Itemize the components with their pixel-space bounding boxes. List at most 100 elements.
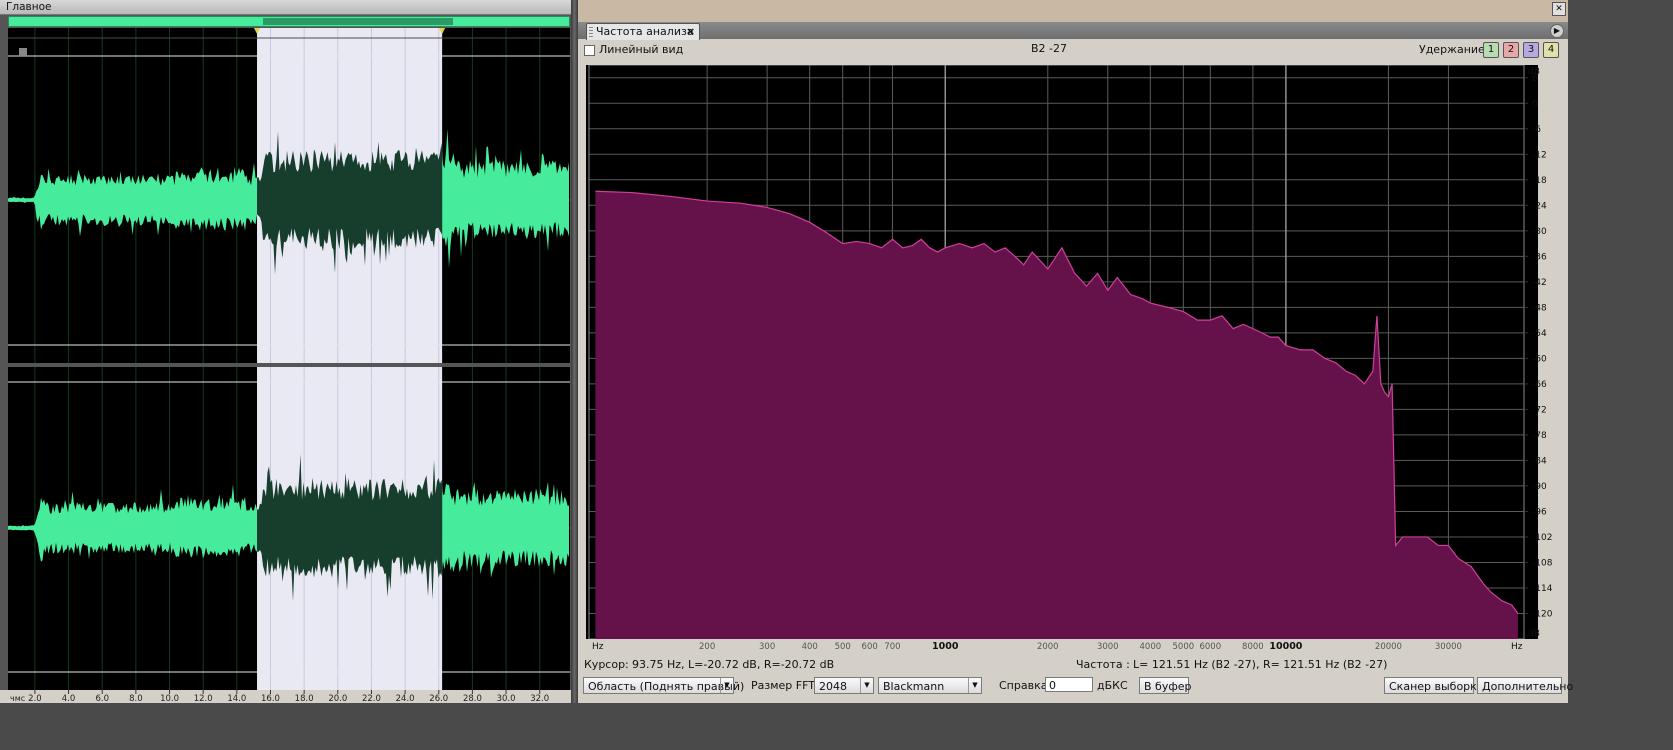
window-function-dropdown[interactable]: Blackmann ▼: [878, 677, 982, 694]
waveform-display[interactable]: чмс 2.0 4.0 6.0 8.0 10.0 12.0 14.0 16.0 18.0 20.0 2…: [0, 28, 571, 703]
linear-view-label: Линейный вид: [599, 43, 684, 56]
y-tick-label: -108: [1532, 558, 1553, 568]
frequency-axis: Hz 200 300 400 500 600 700 1000 2000 3000 4000 5000…: [592, 641, 1523, 652]
y-tick-label: -54: [1532, 329, 1547, 339]
time-unit-label: чмс: [10, 694, 25, 703]
spectrum-plot[interactable]: [586, 64, 1538, 640]
spectrum-area: [595, 191, 1518, 639]
tab-close-icon[interactable]: ×: [686, 24, 695, 40]
x-tick-label: 10000: [1269, 641, 1302, 652]
cursor-label: Курсор:: [584, 658, 629, 671]
y-tick-label: -24: [1532, 201, 1547, 211]
y-tick-label: -96: [1532, 507, 1547, 517]
x-tick-label: 200: [699, 642, 715, 652]
y-tick-label: -84: [1532, 456, 1547, 466]
x-tick-label: 1000: [932, 641, 959, 652]
reference-unit: дБКС: [1097, 679, 1128, 692]
panel-splitter[interactable]: [571, 0, 578, 703]
y-tick-label: 6: [1532, 74, 1538, 84]
analysis-tabbar: Частота анализа × ▶: [578, 22, 1568, 40]
window-function-value: Blackmann: [883, 680, 945, 693]
time-tick-label: 4.0: [62, 694, 76, 703]
y-tick-label: -6: [1532, 125, 1541, 135]
x-tick-label: 30000: [1435, 642, 1462, 652]
time-tick-label: 16.0: [261, 694, 280, 703]
y-tick-label: -102: [1532, 533, 1552, 543]
y-tick-label: -120: [1532, 609, 1553, 619]
window-close-button[interactable]: ✕: [1552, 2, 1566, 16]
analysis-controls: Область (Поднять правый) ▼ Размер FFT: 2…: [578, 675, 1573, 703]
frequency-label: Частота :: [1076, 658, 1130, 671]
y-tick-label: -36: [1532, 252, 1547, 262]
frequency-value: L= 121.51 Hz (B2 -27), R= 121.51 Hz (B2 …: [1133, 658, 1388, 671]
time-tick-label: 10.0: [160, 694, 179, 703]
reference-label: Справка:: [999, 679, 1052, 692]
time-tick-label: 26.0: [429, 694, 448, 703]
x-tick-label: 400: [802, 642, 818, 652]
cursor-value: 93.75 Hz, L=-20.72 dB, R=-20.72 dB: [632, 658, 835, 671]
background-strip: ✕: [578, 0, 1568, 22]
x-tick-label: 700: [884, 642, 900, 652]
fft-size-value: 2048: [819, 680, 847, 693]
waveform-panel-title: Главное: [6, 1, 52, 13]
advanced-button[interactable]: Дополнительно: [1477, 677, 1573, 694]
time-tick-label: 18.0: [295, 694, 314, 703]
time-ruler: [0, 690, 571, 703]
tab-grip-icon: [589, 27, 593, 37]
time-tick-label: 14.0: [227, 694, 246, 703]
overview-viewport[interactable]: [263, 18, 453, 25]
tab-title: Частота анализа: [596, 25, 694, 38]
time-tick-label: 32.0: [530, 694, 549, 703]
y-tick-label: -66: [1532, 380, 1547, 390]
fft-size-dropdown[interactable]: 2048 ▼: [814, 677, 874, 694]
hold-button-3[interactable]: 3: [1523, 42, 1539, 58]
time-tick-label: 12.0: [194, 694, 213, 703]
y-tick-label: -114: [1532, 584, 1553, 594]
hold-button-2[interactable]: 2: [1503, 42, 1519, 58]
x-unit-left: Hz: [592, 642, 604, 652]
selection-region[interactable]: [257, 28, 443, 690]
copy-to-buffer-button[interactable]: В буфер: [1139, 677, 1192, 694]
y-tick-label: -90: [1532, 482, 1547, 492]
y-tick-label: -72: [1532, 405, 1547, 415]
x-tick-label: 20000: [1375, 642, 1402, 652]
x-tick-label: 8000: [1242, 642, 1264, 652]
db-axis: dB60-6-12-18-24-30-36-42-48-54-60-66-72-…: [1524, 67, 1553, 639]
y-tick-label: -78: [1532, 431, 1547, 441]
x-tick-label: 500: [835, 642, 851, 652]
y-tick-label: -18: [1532, 176, 1547, 186]
y-tick-label: -30: [1532, 227, 1547, 237]
x-unit-right: Hz: [1511, 642, 1523, 652]
hold-button-1[interactable]: 1: [1483, 42, 1499, 58]
hold-button-4[interactable]: 4: [1543, 42, 1559, 58]
time-tick-label: 6.0: [95, 694, 109, 703]
chevron-down-icon: ▼: [720, 678, 733, 693]
cursor-note-readout: B2 -27: [1031, 42, 1068, 55]
hold-label: Удержание:: [1419, 43, 1489, 56]
x-tick-label: 600: [862, 642, 878, 652]
tab-scroll-right-icon[interactable]: ▶: [1550, 24, 1564, 38]
zoom-corner-icon[interactable]: [19, 48, 27, 56]
x-tick-label: 5000: [1173, 642, 1195, 652]
time-tick-label: 24.0: [396, 694, 415, 703]
linear-view-checkbox[interactable]: [584, 45, 595, 56]
overview-bar[interactable]: [8, 16, 570, 27]
analysis-options-bar: Линейный вид B2 -27 Удержание: 1 2 3 4: [578, 39, 1568, 63]
y-tick-label: -42: [1532, 278, 1547, 288]
x-tick-label: 3000: [1097, 642, 1119, 652]
chevron-down-icon: ▼: [860, 678, 873, 693]
area-select-dropdown[interactable]: Область (Поднять правый) ▼: [583, 677, 744, 694]
y-tick-label: 0: [1532, 99, 1538, 109]
chevron-down-icon: ▼: [968, 678, 981, 693]
time-tick-label: 2.0: [28, 694, 42, 703]
fft-size-label: Размер FFT:: [751, 679, 818, 692]
reference-input[interactable]: 0: [1045, 677, 1093, 692]
waveform-panel-titlebar: Главное: [0, 0, 571, 15]
sample-scanner-button[interactable]: Сканер выборки: [1384, 677, 1484, 694]
time-tick-label: 8.0: [129, 694, 143, 703]
time-tick-label: 20.0: [328, 694, 347, 703]
y-tick-label: -48: [1532, 303, 1547, 313]
time-tick-label: 22.0: [362, 694, 381, 703]
tab-frequency-analysis[interactable]: Частота анализа ×: [586, 23, 700, 40]
spectrum-svg[interactable]: [586, 64, 1538, 640]
